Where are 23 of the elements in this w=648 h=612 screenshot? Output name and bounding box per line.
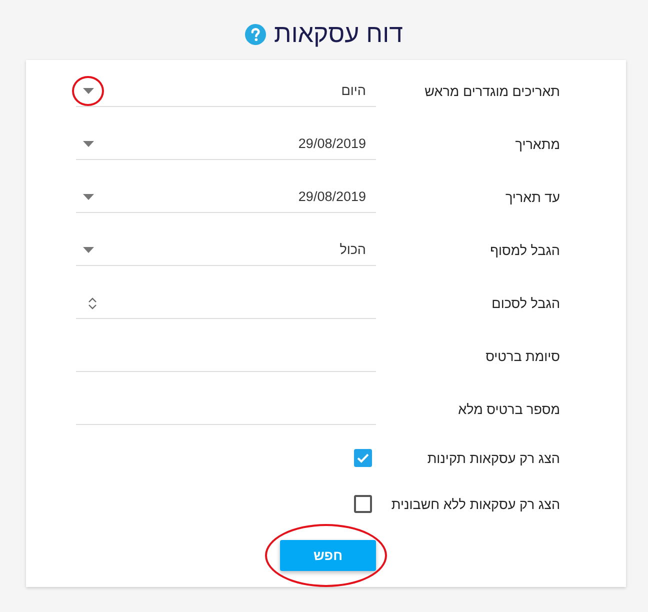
caret-icon xyxy=(83,194,94,200)
dropdown-field[interactable]: היום xyxy=(76,67,376,107)
spinner-icon[interactable] xyxy=(88,296,97,310)
field-label: תאריכים מוגדרים מראש xyxy=(424,84,560,101)
checkbox[interactable] xyxy=(354,495,372,513)
field-label: הגבל לסכום xyxy=(490,296,560,313)
checkbox-label: הצג רק עסקאות ללא חשבונית xyxy=(390,496,560,512)
help-icon[interactable] xyxy=(245,24,266,44)
caret-icon xyxy=(83,141,94,147)
field-label: עד תאריך xyxy=(504,190,560,207)
field-label: מספר ברטיס מלא xyxy=(457,402,560,419)
checkbox-label: הצג רק עסקאות תקינות xyxy=(426,450,560,466)
page-title: דוח עסקאות xyxy=(274,22,403,46)
field-label: הגבל למסוף xyxy=(489,243,560,260)
checkbox[interactable] xyxy=(354,449,372,467)
field-label: סיומת ברטיס xyxy=(484,349,560,366)
caret-icon xyxy=(83,247,94,253)
checkmark-icon xyxy=(357,453,369,463)
caret-icon xyxy=(83,88,94,94)
dropdown-field[interactable]: 29/08/2019 xyxy=(76,173,376,213)
field-label: מתאריך xyxy=(514,137,560,154)
dropdown-field[interactable]: הכול xyxy=(76,226,376,266)
dropdown-field[interactable]: 29/08/2019 xyxy=(76,120,376,160)
